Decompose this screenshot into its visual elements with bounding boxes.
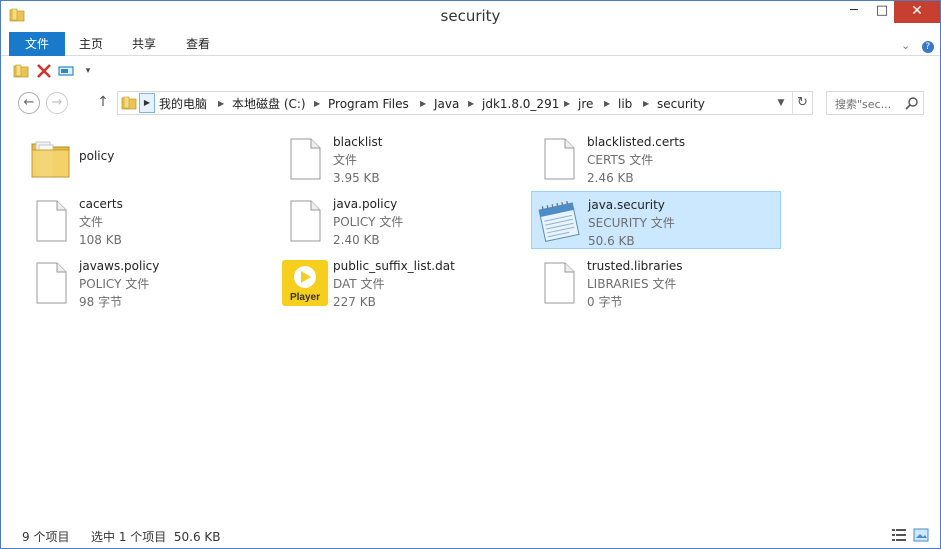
file-size: 2.40 KB: [333, 233, 380, 247]
file-size: 227 KB: [333, 295, 376, 309]
tab-home[interactable]: 主页: [71, 32, 111, 56]
file-size: 98 字节: [79, 295, 123, 309]
file-icon: [544, 138, 575, 180]
quick-access-toolbar: ▾: [1, 57, 940, 85]
rename-icon[interactable]: [58, 63, 74, 79]
tab-view[interactable]: 查看: [177, 32, 219, 56]
item-count: 9 个项目: [22, 530, 70, 544]
ribbon-collapse-button[interactable]: ⌄: [901, 39, 910, 52]
file-item-java-security[interactable]: java.security SECURITY 文件 50.6 KB: [531, 191, 781, 249]
chevron-right-icon[interactable]: ▶: [314, 95, 320, 113]
chevron-right-icon[interactable]: ▶: [468, 95, 474, 113]
delete-icon[interactable]: [36, 63, 52, 79]
selection-info: 选中 1 个项目 50.6 KB: [91, 530, 221, 544]
file-type: 文件: [333, 153, 358, 167]
properties-icon[interactable]: [13, 63, 29, 79]
breadcrumb-my-computer[interactable]: 我的电脑: [159, 95, 207, 113]
file-type: SECURITY 文件: [588, 216, 675, 230]
file-icon: [290, 138, 321, 180]
address-bar[interactable]: ▶ 我的电脑 ▶ 本地磁盘 (C:) ▶ Program Files ▶ Jav…: [117, 91, 813, 115]
file-icon: [544, 262, 575, 304]
breadcrumb-security[interactable]: security: [657, 95, 705, 113]
notepad-icon: [538, 200, 580, 242]
file-name: java.policy: [333, 197, 398, 211]
forward-button[interactable]: →: [46, 92, 68, 114]
file-name: blacklisted.certs: [587, 135, 686, 149]
file-icon: [290, 200, 321, 242]
file-item-blacklist[interactable]: blacklist 文件 3.95 KB: [277, 129, 527, 187]
breadcrumb-jdk[interactable]: jdk1.8.0_291: [482, 95, 559, 113]
status-bar: 9 个项目 选中 1 个项目 50.6 KB: [1, 523, 940, 547]
navigation-bar: ← → ↑ ▶ 我的电脑 ▶ 本地磁盘 (C:) ▶ Program Files…: [1, 87, 940, 117]
large-icons-view-icon[interactable]: [913, 527, 929, 543]
file-name: public_suffix_list.dat: [333, 259, 455, 273]
explorer-window: security ─ □ ✕ 文件 主页 共享 查看 ⌄ ? ▾ ← → ↑ ▶…: [0, 0, 941, 549]
back-button[interactable]: ←: [18, 92, 40, 114]
file-item-java-policy[interactable]: java.policy POLICY 文件 2.40 KB: [277, 191, 527, 249]
chevron-right-icon[interactable]: ▶: [643, 95, 649, 113]
file-name: policy: [79, 149, 115, 163]
file-size: 0 字节: [587, 295, 623, 309]
close-button[interactable]: ✕: [894, 1, 940, 23]
file-name: javaws.policy: [79, 259, 160, 273]
breadcrumb-jre[interactable]: jre: [578, 95, 593, 113]
file-name: cacerts: [79, 197, 123, 211]
file-type: DAT 文件: [333, 277, 385, 291]
search-icon[interactable]: [905, 96, 919, 110]
tab-file[interactable]: 文件: [9, 32, 65, 56]
file-list: policy blacklist 文件 3.95 KB blacklisted.…: [9, 125, 933, 521]
title-bar: security ─ □ ✕: [1, 1, 940, 31]
chevron-right-icon[interactable]: ▶: [420, 95, 426, 113]
file-type: CERTS 文件: [587, 153, 654, 167]
file-name: blacklist: [333, 135, 383, 149]
tab-share[interactable]: 共享: [123, 32, 165, 56]
file-item-blacklisted-certs[interactable]: blacklisted.certs CERTS 文件 2.46 KB: [531, 129, 781, 187]
file-type: POLICY 文件: [333, 215, 404, 229]
file-type: POLICY 文件: [79, 277, 150, 291]
chevron-down-icon[interactable]: ▼: [772, 94, 790, 112]
file-item-cacerts[interactable]: cacerts 文件 108 KB: [23, 191, 273, 249]
player-icon-label: Player: [290, 292, 320, 303]
chevron-right-icon[interactable]: ▶: [139, 93, 155, 113]
file-name: java.security: [588, 198, 665, 212]
ribbon-tabs: 文件 主页 共享 查看: [1, 32, 940, 56]
player-icon: Player: [282, 260, 328, 306]
folder-icon: [31, 141, 70, 178]
breadcrumb-lib[interactable]: lib: [618, 95, 632, 113]
up-button[interactable]: ↑: [94, 92, 112, 114]
file-icon: [36, 262, 67, 304]
file-name: trusted.libraries: [587, 259, 683, 273]
file-item-trusted-libraries[interactable]: trusted.libraries LIBRARIES 文件 0 字节: [531, 253, 781, 311]
file-item-policy[interactable]: policy: [23, 129, 273, 187]
file-item-javaws-policy[interactable]: javaws.policy POLICY 文件 98 字节: [23, 253, 273, 311]
refresh-icon[interactable]: ↻: [792, 92, 812, 114]
folder-icon: [121, 96, 137, 110]
search-box[interactable]: 搜索"sec...: [826, 91, 924, 115]
ribbon-controls: ⌄ ?: [893, 39, 934, 53]
file-type: 文件: [79, 215, 104, 229]
search-input[interactable]: 搜索"sec...: [835, 96, 903, 112]
file-type: LIBRARIES 文件: [587, 277, 677, 291]
window-title: security: [440, 7, 501, 25]
breadcrumb-local-disk[interactable]: 本地磁盘 (C:): [232, 95, 306, 113]
file-icon: [36, 200, 67, 242]
chevron-right-icon[interactable]: ▶: [604, 95, 610, 113]
file-size: 2.46 KB: [587, 171, 634, 185]
file-size: 3.95 KB: [333, 171, 380, 185]
chevron-right-icon[interactable]: ▶: [564, 95, 570, 113]
file-size: 108 KB: [79, 233, 122, 247]
customize-toolbar-icon[interactable]: ▾: [80, 63, 96, 79]
breadcrumb-program-files[interactable]: Program Files: [328, 95, 409, 113]
minimize-button[interactable]: ─: [839, 1, 869, 23]
maximize-button[interactable]: □: [867, 1, 897, 23]
details-view-icon[interactable]: [891, 527, 907, 543]
chevron-right-icon[interactable]: ▶: [218, 95, 224, 113]
breadcrumb-java[interactable]: Java: [434, 95, 459, 113]
file-size: 50.6 KB: [588, 234, 635, 248]
help-button[interactable]: ?: [921, 41, 934, 53]
file-item-public-suffix-list[interactable]: Player public_suffix_list.dat DAT 文件 227…: [277, 253, 527, 311]
